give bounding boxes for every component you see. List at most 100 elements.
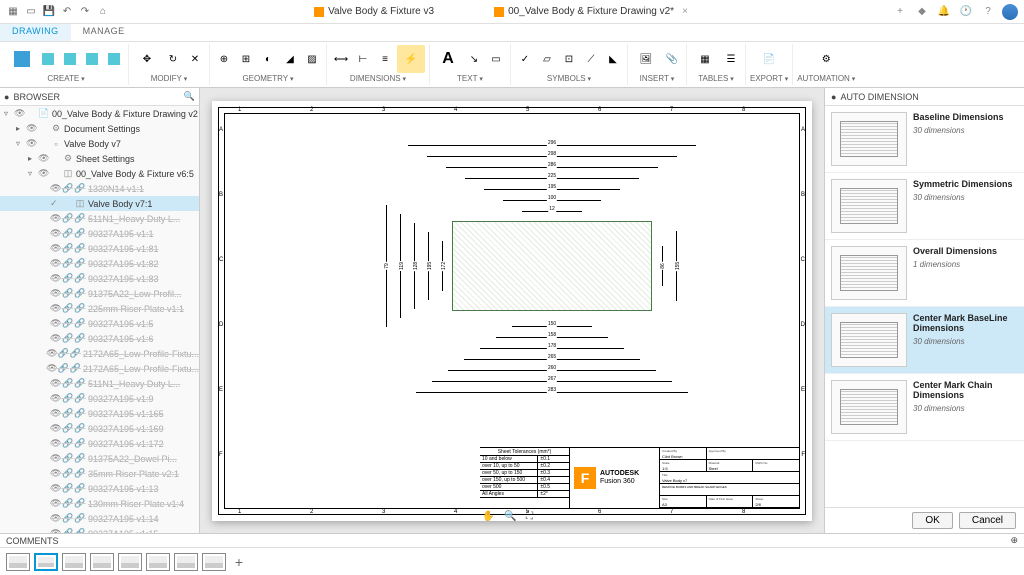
part-outline[interactable] <box>452 221 652 311</box>
weld-icon[interactable]: ⟋ <box>581 49 601 69</box>
section-view-icon[interactable] <box>60 49 80 69</box>
tree-item[interactable]: 👁🔗🔗511N1_Heavy Duty L... <box>0 211 199 226</box>
image-icon[interactable]: 🖼 <box>632 45 660 73</box>
comments-bar[interactable]: COMMENTS ⊕ <box>0 533 1024 547</box>
fit-icon[interactable]: ⛶ <box>526 511 542 527</box>
dimension-option[interactable]: Symmetric Dimensions30 dimensions <box>825 173 1024 240</box>
tree-item[interactable]: 👁🔗🔗90327A195 v1:14 <box>0 511 199 526</box>
tree-item[interactable]: 👁🔗🔗90327A195 v1:172 <box>0 436 199 451</box>
user-avatar[interactable] <box>1002 4 1018 20</box>
group-label[interactable]: AUTOMATION <box>797 74 855 83</box>
extensions-icon[interactable]: ◆ <box>914 4 930 20</box>
group-label[interactable]: CREATE <box>47 74 84 83</box>
tree-item[interactable]: 👁🔗🔗90327A195 v1:83 <box>0 271 199 286</box>
tree-item[interactable]: 👁🔗🔗90327A195 v1:15 <box>0 526 199 533</box>
sheet-thumb-4[interactable] <box>90 553 114 571</box>
close-icon[interactable]: × <box>682 6 688 17</box>
tree-item[interactable]: 👁🔗🔗91375A22_Dowel Pi... <box>0 451 199 466</box>
tree-item[interactable]: 👁🔗🔗130mm Riser Plate v1:4 <box>0 496 199 511</box>
expand-icon[interactable]: ⊕ <box>1010 535 1018 546</box>
attach-icon[interactable]: 📎 <box>662 49 682 69</box>
zoom-icon[interactable]: 🔍 <box>504 511 520 527</box>
tree-item[interactable]: ▿👁▫Valve Body v7 <box>0 136 199 151</box>
delete-icon[interactable]: ✕ <box>185 49 205 69</box>
dimension-option[interactable]: Baseline Dimensions30 dimensions <box>825 106 1024 173</box>
detail-view-icon[interactable] <box>82 49 102 69</box>
redo-icon[interactable]: ↷ <box>78 5 92 19</box>
automation-icon[interactable]: ⚙ <box>812 45 840 73</box>
tab-manage[interactable]: MANAGE <box>71 24 137 41</box>
sketch-icon[interactable]: ◢ <box>280 49 300 69</box>
feature-control-icon[interactable]: ⊡ <box>559 49 579 69</box>
tree-item[interactable]: ▿👁◫00_Valve Body & Fixture v6:5 <box>0 166 199 181</box>
pan-icon[interactable]: ✋ <box>482 511 498 527</box>
save-icon[interactable]: 💾 <box>42 5 56 19</box>
tree-item[interactable]: 👁🔗🔗2172A65_Low-Profile-Fixtu... <box>0 361 199 376</box>
break-view-icon[interactable] <box>104 49 124 69</box>
tree-item[interactable]: 👁🔗🔗90327A195 v1:9 <box>0 391 199 406</box>
tree-item[interactable]: 👁🔗🔗90327A195 v1:6 <box>0 331 199 346</box>
group-label[interactable]: SYMBOLS <box>547 74 591 83</box>
text-icon[interactable]: A <box>434 45 462 73</box>
table-icon[interactable]: ▦ <box>691 45 719 73</box>
sheet-thumb-5[interactable] <box>118 553 142 571</box>
dimension-option[interactable]: Center Mark BaseLine Dimensions30 dimens… <box>825 307 1024 374</box>
tree-item[interactable]: 👁🔗🔗90327A195 v1:13 <box>0 481 199 496</box>
sheet-thumb-8[interactable] <box>202 553 226 571</box>
ok-button[interactable]: OK <box>912 512 952 529</box>
browser-tree[interactable]: ▿👁📄00_Valve Body & Fixture Drawing v2▸👁⚙… <box>0 106 199 533</box>
tree-item[interactable]: 👁🔗🔗90327A195 v1:82 <box>0 256 199 271</box>
datum-icon[interactable]: ▱ <box>537 49 557 69</box>
help-icon[interactable]: ? <box>980 4 996 20</box>
dimension-option[interactable]: Center Mark Chain Dimensions30 dimension… <box>825 374 1024 441</box>
leader-icon[interactable]: ↘ <box>464 49 484 69</box>
sheet-thumb-3[interactable] <box>62 553 86 571</box>
sheet-thumb-7[interactable] <box>174 553 198 571</box>
centerline-icon[interactable]: ⊕ <box>214 49 234 69</box>
tree-item[interactable]: 👁🔗🔗90327A195 v1:169 <box>0 421 199 436</box>
tree-item[interactable]: 👁🔗🔗90327A195 v1:165 <box>0 406 199 421</box>
tree-item[interactable]: 👁🔗🔗225mm Riser Plate v1:1 <box>0 301 199 316</box>
clock-icon[interactable]: 🕐 <box>958 4 974 20</box>
dimension-option[interactable]: Overall Dimensions1 dimensions <box>825 240 1024 307</box>
notifications-icon[interactable]: 🔔 <box>936 4 952 20</box>
surface-icon[interactable]: ✓ <box>515 49 535 69</box>
tree-item[interactable]: 👁🔗🔗90327A195 v1:81 <box>0 241 199 256</box>
tree-item[interactable]: ▿👁📄00_Valve Body & Fixture Drawing v2 <box>0 106 199 121</box>
sheet-thumb-6[interactable] <box>146 553 170 571</box>
tree-item[interactable]: 👁🔗🔗35mm Riser Plate v2:1 <box>0 466 199 481</box>
app-menu-icon[interactable]: ▦ <box>6 5 20 19</box>
tree-item[interactable]: ▸👁⚙Sheet Settings <box>0 151 199 166</box>
group-label[interactable]: INSERT <box>640 74 675 83</box>
group-label[interactable]: EXPORT <box>750 74 788 83</box>
ordinate-icon[interactable]: ⊢ <box>353 49 373 69</box>
tree-item[interactable]: ▸👁⚙Document Settings <box>0 121 199 136</box>
search-icon[interactable]: 🔍 <box>184 91 195 102</box>
document-tab-2[interactable]: 00_Valve Body & Fixture Drawing v2* × <box>494 6 688 17</box>
export-pdf-icon[interactable]: 📄 <box>755 45 783 73</box>
drawing-canvas[interactable]: 1122334455667788AABBCCDDEEFF 12100195225… <box>200 88 824 533</box>
tree-item[interactable]: 👁🔗🔗1330N14 v1:1 <box>0 181 199 196</box>
rotate-icon[interactable]: ↻ <box>163 49 183 69</box>
dimension-options-list[interactable]: Baseline Dimensions30 dimensions Symmetr… <box>825 106 1024 507</box>
tree-item[interactable]: ✓◫Valve Body v7:1 <box>0 196 199 211</box>
tree-item[interactable]: 👁🔗🔗91375A22_Low-Profil... <box>0 286 199 301</box>
home-icon[interactable]: ⌂ <box>96 5 110 19</box>
taper-icon[interactable]: ◣ <box>603 49 623 69</box>
tree-item[interactable]: 👁🔗🔗2172A65_Low-Profile-Fixtu... <box>0 346 199 361</box>
group-label[interactable]: GEOMETRY <box>242 74 293 83</box>
hatch-icon[interactable]: ▨ <box>302 49 322 69</box>
file-icon[interactable]: ▭ <box>24 5 38 19</box>
edge-ext-icon[interactable]: ◐ <box>258 49 278 69</box>
group-label[interactable]: MODIFY <box>151 74 188 83</box>
group-label[interactable]: TABLES <box>698 74 734 83</box>
dimension-icon[interactable]: ⟷ <box>331 49 351 69</box>
base-view-icon[interactable] <box>8 45 36 73</box>
note-icon[interactable]: ▭ <box>486 49 506 69</box>
move-icon[interactable]: ✥ <box>133 45 161 73</box>
new-icon[interactable]: + <box>892 4 908 20</box>
tree-item[interactable]: 👁🔗🔗511N1_Heavy Duty L... <box>0 376 199 391</box>
auto-dimension-icon[interactable]: ⚡ <box>397 45 425 73</box>
undo-icon[interactable]: ↶ <box>60 5 74 19</box>
group-label[interactable]: TEXT <box>457 74 483 83</box>
